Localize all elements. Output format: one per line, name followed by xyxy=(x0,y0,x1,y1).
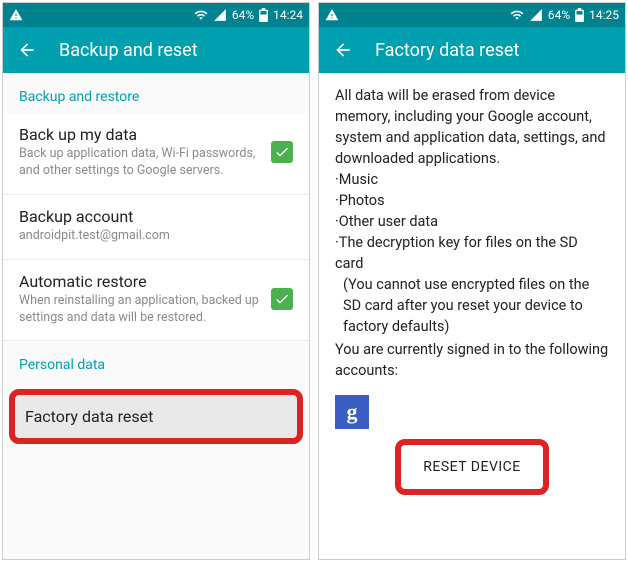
bullet-other: ·Other user data xyxy=(335,211,609,232)
setting-subtitle: androidpit.test@gmail.com xyxy=(19,228,293,245)
setting-subtitle: Back up application data, Wi-Fi password… xyxy=(19,146,261,180)
bullet-sdkey: ·The decryption key for files on the SD … xyxy=(335,232,609,274)
clock-time: 14:24 xyxy=(273,8,303,22)
reset-device-button[interactable]: RESET DEVICE xyxy=(395,439,548,495)
signal-icon xyxy=(529,8,543,22)
setting-title: Factory data reset xyxy=(25,407,153,426)
setting-factory-data-reset[interactable]: Factory data reset xyxy=(9,389,303,444)
bullet-music: ·Music xyxy=(335,169,609,190)
battery-percent: 64% xyxy=(548,8,570,22)
google-account-icon[interactable]: g xyxy=(335,395,369,429)
checkbox-checked-icon[interactable] xyxy=(271,288,293,310)
app-bar: Factory data reset xyxy=(319,27,625,73)
warning-icon xyxy=(9,8,23,22)
bullet-sdkey-note: (You cannot use encrypted files on the S… xyxy=(335,274,609,337)
bullet-photos: ·Photos xyxy=(335,190,609,211)
battery-icon xyxy=(575,8,584,22)
signed-in-text: You are currently signed in to the follo… xyxy=(335,339,609,381)
warning-icon xyxy=(325,8,339,22)
battery-icon xyxy=(259,8,268,22)
reset-warning-content: All data will be erased from device memo… xyxy=(319,73,625,559)
reset-warning-text: All data will be erased from device memo… xyxy=(319,73,625,387)
screen-backup-reset: 64% 14:24 Backup and reset Backup and re… xyxy=(2,2,310,560)
setting-backup-my-data[interactable]: Back up my data Back up application data… xyxy=(3,113,309,195)
clock-time: 14:25 xyxy=(589,8,619,22)
back-arrow-icon[interactable] xyxy=(333,40,353,60)
status-bar: 64% 14:24 xyxy=(3,3,309,27)
wifi-icon xyxy=(510,8,524,22)
wifi-icon xyxy=(194,8,208,22)
signal-icon xyxy=(213,8,227,22)
checkbox-checked-icon[interactable] xyxy=(271,141,293,163)
setting-backup-account[interactable]: Backup account androidpit.test@gmail.com xyxy=(3,195,309,260)
status-bar: 64% 14:25 xyxy=(319,3,625,27)
app-bar: Backup and reset xyxy=(3,27,309,73)
screen-factory-data-reset: 64% 14:25 Factory data reset All data wi… xyxy=(318,2,626,560)
settings-list: Backup and restore Back up my data Back … xyxy=(3,73,309,559)
section-header-backup: Backup and restore xyxy=(3,73,309,113)
setting-subtitle: When reinstalling an application, backed… xyxy=(19,293,261,327)
setting-automatic-restore[interactable]: Automatic restore When reinstalling an a… xyxy=(3,260,309,342)
warning-intro: All data will be erased from device memo… xyxy=(335,87,606,167)
page-title: Backup and reset xyxy=(59,40,198,61)
setting-title: Automatic restore xyxy=(19,272,261,291)
page-title: Factory data reset xyxy=(375,40,519,61)
back-arrow-icon[interactable] xyxy=(17,40,37,60)
section-header-personal: Personal data xyxy=(3,341,309,381)
battery-percent: 64% xyxy=(232,8,254,22)
setting-title: Backup account xyxy=(19,207,293,226)
setting-title: Back up my data xyxy=(19,125,261,144)
